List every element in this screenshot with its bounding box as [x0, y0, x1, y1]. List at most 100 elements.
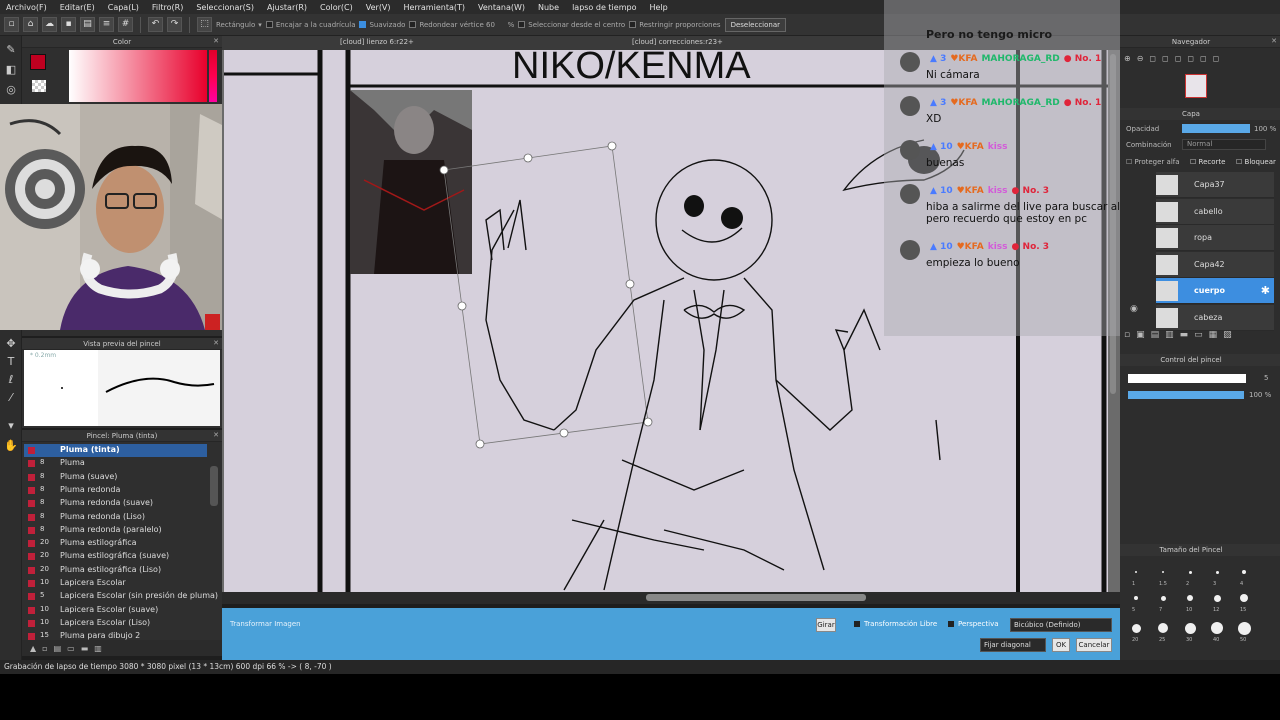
menu-filtro[interactable]: Filtro(R): [152, 3, 183, 12]
canvas-horizontal-scrollbar[interactable]: [646, 594, 866, 601]
close-icon[interactable]: ✕: [213, 37, 219, 45]
redo-icon[interactable]: ↷: [167, 17, 182, 32]
layer-item[interactable]: Capa37: [1156, 172, 1274, 198]
smooth-checkbox[interactable]: [359, 21, 367, 28]
brush-size-dot[interactable]: [1160, 595, 1166, 601]
layer-item[interactable]: cabello: [1156, 198, 1274, 225]
fill-tool-icon[interactable]: ▾: [3, 418, 19, 434]
hand-tool-icon[interactable]: ✋: [3, 438, 19, 454]
navigator-thumbnail[interactable]: [1185, 74, 1207, 98]
brush-size-dot[interactable]: [1187, 595, 1193, 601]
brush-item[interactable]: 20 Pluma estilográfica (Liso): [24, 564, 207, 577]
brush-size-dot[interactable]: [1240, 594, 1248, 602]
snap-option[interactable]: Encajar a la cuadrícula: [265, 21, 355, 29]
brush-size-dot[interactable]: [1213, 594, 1221, 602]
menu-ajustar[interactable]: Ajustar(R): [267, 3, 307, 12]
menu-ver[interactable]: Ver(V): [366, 3, 391, 12]
close-icon[interactable]: ✕: [213, 339, 219, 347]
dropper-tool-icon[interactable]: ⁄: [3, 390, 19, 406]
perspective-checkbox[interactable]: [948, 621, 954, 627]
hue-slider[interactable]: [209, 50, 217, 102]
brush-list-scrollbar[interactable]: [210, 466, 218, 506]
brush-item[interactable]: 8 Pluma redonda (paralelo): [24, 524, 207, 537]
layer-visibility-icon[interactable]: ◉: [1130, 304, 1138, 314]
brush-item[interactable]: 5 Lapicera Escolar (sin presión de pluma): [24, 590, 218, 603]
add-brush-icon[interactable]: ▫: [42, 644, 47, 653]
brush-item[interactable]: 10 Lapicera Escolar (suave): [24, 604, 207, 617]
opacity-slider[interactable]: [1182, 124, 1250, 133]
import-icon[interactable]: ▭: [67, 644, 75, 653]
interpolation-select[interactable]: Bicúbico (Definido): [1010, 618, 1112, 632]
menu-capa[interactable]: Capa(L): [108, 3, 139, 12]
rotate-button[interactable]: Girar: [816, 618, 836, 632]
constrain-checkbox[interactable]: [629, 21, 637, 28]
cloud-icon[interactable]: ☁: [42, 17, 57, 32]
color-field[interactable]: [69, 50, 207, 102]
brush-size-dot[interactable]: [1184, 622, 1196, 634]
folder-icon[interactable]: ▬: [81, 644, 89, 653]
brush-size-dot[interactable]: [1211, 622, 1223, 634]
menu-color[interactable]: Color(C): [320, 3, 353, 12]
menu-ventana[interactable]: Ventana(W): [478, 3, 525, 12]
menu-seleccionar[interactable]: Seleccionar(S): [196, 3, 254, 12]
brush-size-dot[interactable]: [1188, 570, 1192, 574]
brush-item[interactable]: 8 Pluma redonda: [24, 484, 207, 497]
from-center-option[interactable]: Seleccionar desde el centro: [518, 21, 625, 29]
brush-size-dot[interactable]: [1134, 596, 1138, 600]
grid-icon[interactable]: #: [118, 17, 133, 32]
layer-panel-controls[interactable]: ▫▣▤▥▬▭▦▧: [1124, 330, 1238, 340]
protect-alpha-option[interactable]: ☐ Proteger alfa: [1126, 158, 1180, 166]
brush-item[interactable]: 8 Pluma redonda (suave): [24, 497, 207, 510]
close-icon[interactable]: ✕: [1271, 37, 1277, 45]
free-transform-checkbox[interactable]: [854, 621, 860, 627]
tab-lienzo[interactable]: [cloud] lienzo 6:r22+: [340, 38, 414, 46]
transparent-swatch[interactable]: [32, 80, 46, 92]
menu-archivo[interactable]: Archivo(F): [6, 3, 47, 12]
brush-size-dot[interactable]: [1135, 571, 1137, 573]
menu-help[interactable]: Help: [649, 3, 667, 12]
brush-item[interactable]: 10 Lapicera Escolar (Liso): [24, 617, 207, 630]
copy-icon[interactable]: ▤: [54, 644, 62, 653]
menu-nube[interactable]: Nube: [538, 3, 559, 12]
new-file-icon[interactable]: ▫: [4, 17, 19, 32]
up-icon[interactable]: ▲: [30, 644, 36, 653]
brush-size-dot[interactable]: [1131, 623, 1141, 633]
export-icon[interactable]: ▤: [80, 17, 95, 32]
brush-size-dot[interactable]: [1162, 571, 1164, 573]
gear-icon[interactable]: ✱: [1261, 284, 1270, 297]
layer-item[interactable]: Capa42: [1156, 251, 1274, 278]
brush-opacity-slider[interactable]: [1128, 391, 1244, 399]
clip-option[interactable]: ☐ Recorte: [1190, 158, 1225, 166]
round-option[interactable]: Redondear vértice 60 %: [409, 21, 514, 29]
open-file-icon[interactable]: ⌂: [23, 17, 38, 32]
eraser-tool-icon[interactable]: ◧: [3, 62, 19, 78]
brush-item[interactable]: 10 Lapicera Escolar: [24, 577, 207, 590]
brush-size-dot[interactable]: [1237, 621, 1251, 635]
ok-button[interactable]: OK: [1052, 638, 1070, 652]
brush-size-dot[interactable]: [1215, 570, 1219, 574]
layer-item[interactable]: cuerpo ✱: [1156, 278, 1274, 304]
brush-item[interactable]: 20 Pluma estilográfica (suave): [24, 550, 207, 563]
save-icon[interactable]: ▪: [61, 17, 76, 32]
blur-tool-icon[interactable]: ◎: [3, 82, 19, 98]
menu-editar[interactable]: Editar(E): [60, 3, 95, 12]
constrain-option[interactable]: Restringir proporciones: [629, 21, 721, 29]
undo-icon[interactable]: ↶: [148, 17, 163, 32]
delete-icon[interactable]: ▥: [94, 644, 102, 653]
close-icon[interactable]: ✕: [213, 431, 219, 439]
brush-item[interactable]: 8 Pluma redonda (Liso): [24, 511, 207, 524]
navigator-controls[interactable]: ⊕⊖◻◻◻◻◻◻: [1124, 54, 1225, 63]
brush-size-slider[interactable]: [1128, 374, 1246, 383]
round-checkbox[interactable]: [409, 21, 417, 28]
brush-item[interactable]: Pluma (tinta): [24, 444, 207, 457]
brush-size-dot[interactable]: [1158, 623, 1168, 633]
fix-diagonal-select[interactable]: Fijar diagonal: [980, 638, 1046, 652]
foreground-color-swatch[interactable]: [30, 54, 46, 70]
brush-item[interactable]: 8 Pluma: [24, 457, 207, 470]
smooth-option[interactable]: Suavizado: [359, 21, 405, 29]
menu-lapso[interactable]: lapso de tiempo: [572, 3, 636, 12]
selection-tool-icon[interactable]: ⬚: [197, 17, 212, 32]
brush-item[interactable]: 8 Pluma (suave): [24, 471, 207, 484]
layers-icon[interactable]: ≡: [99, 17, 114, 32]
deselect-button[interactable]: Deseleccionar: [724, 17, 787, 32]
